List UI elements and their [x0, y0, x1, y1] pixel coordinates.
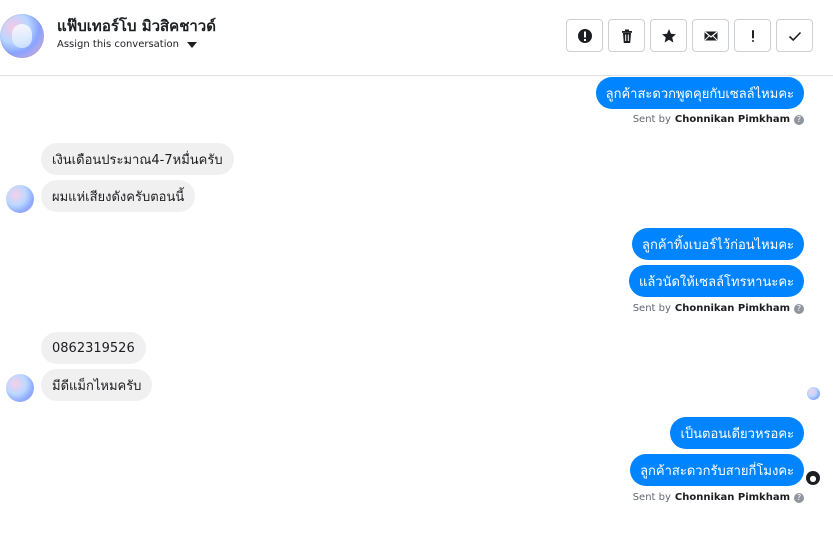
contact-avatar-small[interactable] [6, 374, 34, 402]
incoming-message[interactable]: มีดีแม็กไหมครับ [41, 369, 153, 401]
toolbar [566, 19, 813, 52]
follow-up-button[interactable] [734, 19, 771, 52]
message-thread: ลูกค้าสะดวกพูดคุยกับเซลล์ไหมคะ Sent by C… [0, 77, 833, 536]
sent-by-prefix: Sent by [632, 114, 671, 125]
star-button[interactable] [650, 19, 687, 52]
sent-by-prefix: Sent by [632, 303, 671, 314]
outgoing-message[interactable]: ลูกค้าสะดวกรับสายกี่โมงคะ [630, 454, 804, 486]
sent-by-prefix: Sent by [632, 492, 671, 503]
incoming-message[interactable]: ผมแห่เสียงดังครับตอนนี้ [41, 180, 196, 212]
outgoing-message[interactable]: ลูกค้าสะดวกพูดคุยกับเซลล์ไหมคะ [595, 77, 804, 109]
seen-avatar-icon [807, 387, 820, 400]
delivery-status-icon: ● [806, 471, 820, 485]
help-icon[interactable]: ? [794, 492, 804, 503]
report-button[interactable] [566, 19, 603, 52]
conversation-header: แฟ๊บเทอร์โบ มิวสิคชาวด์ Assign this conv… [0, 0, 833, 76]
contact-avatar[interactable] [0, 14, 44, 58]
outgoing-message[interactable]: ลูกค้าทิ้งเบอร์ไว้ก่อนไหมคะ [632, 228, 804, 260]
sent-by-agent[interactable]: Chonnikan Pimkham [675, 492, 790, 503]
delete-button[interactable] [608, 19, 645, 52]
incoming-message[interactable]: เงินเดือนประมาณ4-7หมื่นครับ [41, 143, 234, 175]
assign-conversation-dropdown[interactable]: Assign this conversation [57, 39, 197, 50]
star-icon [661, 28, 676, 42]
sent-by-label: Sent by Chonnikan Pimkham ? [633, 303, 804, 314]
sent-by-label: Sent by Chonnikan Pimkham ? [633, 492, 804, 503]
outgoing-message[interactable]: แล้วนัดให้เซลล์โทรหานะคะ [628, 265, 804, 297]
outgoing-message[interactable]: เป็นตอนเดียวหรอคะ [670, 417, 804, 449]
sent-by-agent[interactable]: Chonnikan Pimkham [675, 114, 790, 125]
sent-by-label: Sent by Chonnikan Pimkham ? [633, 114, 804, 125]
done-button[interactable] [776, 19, 813, 52]
contact-avatar-small[interactable] [6, 185, 34, 213]
help-icon[interactable]: ? [794, 114, 804, 125]
sent-by-agent[interactable]: Chonnikan Pimkham [675, 303, 790, 314]
report-icon [577, 28, 592, 43]
trash-icon [621, 29, 632, 43]
assign-label: Assign this conversation [57, 39, 179, 50]
help-icon[interactable]: ? [794, 303, 804, 314]
caret-down-icon [186, 41, 197, 48]
contact-name[interactable]: แฟ๊บเทอร์โบ มิวสิคชาวด์ [57, 14, 216, 38]
incoming-message[interactable]: 0862319526 [41, 332, 146, 364]
envelope-icon [704, 31, 717, 40]
exclamation-icon [751, 29, 754, 42]
mark-unread-button[interactable] [692, 19, 729, 52]
check-icon [788, 31, 801, 41]
